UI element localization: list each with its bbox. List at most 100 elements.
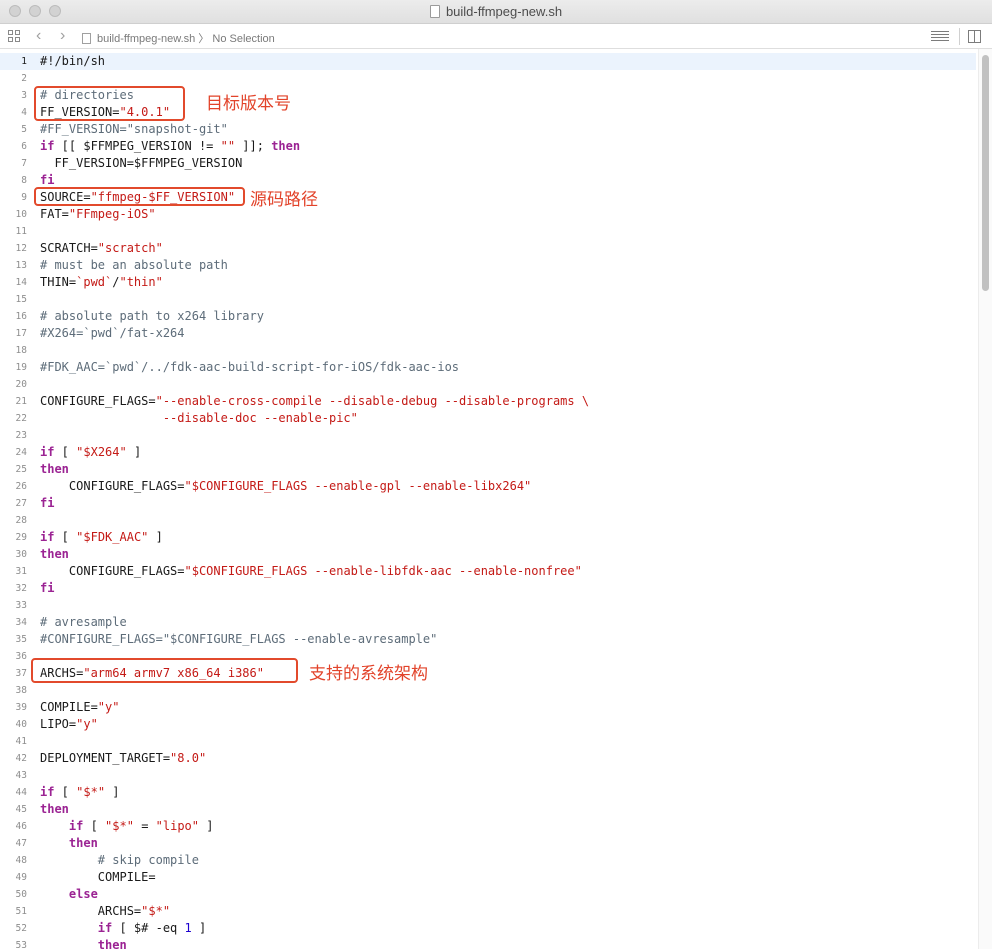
code-token: = [133,819,156,833]
line-number: 28 [15,515,27,526]
code-line[interactable]: 40 LIPO="y" [0,716,976,733]
code-editor[interactable]: 1 #!/bin/sh 2 3 # directories 4 FF_VERSION="4.… [0,49,992,949]
code-line[interactable]: 46 if [ "$*" = "lipo" ] [0,818,976,835]
code-line[interactable]: 29 if [ "$FDK_AAC" ] [0,529,976,546]
code-line[interactable]: 24 if [ "$X264" ] [0,444,976,461]
code-line[interactable]: 48 # skip compile [0,852,976,869]
window-titlebar: build-ffmpeg-new.sh [0,0,992,24]
code-line[interactable]: 35 #CONFIGURE_FLAGS="$CONFIGURE_FLAGS --e… [0,631,976,648]
line-number: 8 [21,175,27,186]
code-line[interactable]: 28 [0,512,976,529]
line-number: 24 [15,447,27,458]
code-line[interactable]: 1 #!/bin/sh [0,53,976,70]
code-token: then [97,938,127,949]
code-line[interactable]: 10 FAT="FFmpeg-iOS" [0,206,976,223]
code-line[interactable]: 20 [0,376,976,393]
line-text: then [40,937,127,949]
editor-options-icon[interactable] [931,31,949,42]
line-number: 3 [21,90,27,101]
line-number: 44 [15,787,27,798]
code-token: # skip compile [97,853,199,867]
code-line[interactable]: 13 # must be an absolute path [0,257,976,274]
vertical-scrollbar[interactable] [978,49,992,949]
code-line[interactable]: 43 [0,767,976,784]
line-text: # avresample [40,614,127,631]
line-number: 48 [15,855,27,866]
code-line[interactable]: 11 [0,223,976,240]
line-number: 32 [15,583,27,594]
code-line[interactable]: 12 SCRATCH="scratch" [0,240,976,257]
version-annotation: 目标版本号 [206,94,291,114]
line-number: 41 [15,736,27,747]
breadcrumb-selection[interactable]: No Selection [212,33,274,45]
code-line[interactable]: 21 CONFIGURE_FLAGS="--enable-cross-compil… [0,393,976,410]
code-line[interactable]: 7 FF_VERSION=$FFMPEG_VERSION [0,155,976,172]
related-items-grid-icon[interactable] [8,30,21,43]
code-line[interactable]: 49 COMPILE= [0,869,976,886]
breadcrumb: build-ffmpeg-new.sh 〉 No Selection [82,30,275,46]
code-line[interactable]: 32 fi [0,580,976,597]
line-text: fi [40,495,54,512]
line-number: 16 [15,311,27,322]
breadcrumb-file[interactable]: build-ffmpeg-new.sh [97,33,195,45]
code-line[interactable]: 31 CONFIGURE_FLAGS="$CONFIGURE_FLAGS --e… [0,563,976,580]
line-number: 52 [15,923,27,934]
code-line[interactable]: 27 fi [0,495,976,512]
line-text: FAT="FFmpeg-iOS" [40,206,156,223]
code-line[interactable]: 22 --disable-doc --enable-pic" [0,410,976,427]
line-text: COMPILE= [40,869,156,886]
code-line[interactable]: 33 [0,597,976,614]
code-line[interactable]: 6 if [[ $FFMPEG_VERSION != "" ]]; then [0,138,976,155]
code-line[interactable]: 41 [0,733,976,750]
code-line[interactable]: 47 then [0,835,976,852]
split-editor-icon[interactable] [968,30,981,43]
code-line[interactable]: 16 # absolute path to x264 library [0,308,976,325]
code-token: #!/bin/sh [40,54,106,68]
code-token: "$ [141,904,156,918]
code-token: #CONFIGURE_FLAGS="$CONFIGURE_FLAGS --ena… [40,632,438,646]
line-text: if [ $# -eq 1 ] [40,920,206,937]
forward-arrow-icon[interactable]: › [60,27,65,45]
line-number: 43 [15,770,27,781]
code-token: "y" [76,717,98,731]
code-line[interactable]: 44 if [ "$*" ] [0,784,976,801]
code-line[interactable]: 5 #FF_VERSION="snapshot-git" [0,121,976,138]
code-token: ] [199,819,214,833]
code-line[interactable]: 25 then [0,461,976,478]
code-line[interactable]: 26 CONFIGURE_FLAGS="$CONFIGURE_FLAGS --e… [0,478,976,495]
code-token: #FDK_AAC=`pwd`/../fdk-aac-build-script-f… [40,360,460,374]
code-line[interactable]: 30 then [0,546,976,563]
code-token: "8.0" [170,751,207,765]
code-line[interactable]: 52 if [ $# -eq 1 ] [0,920,976,937]
code-line[interactable]: 18 [0,342,976,359]
code-line[interactable]: 17 #X264=`pwd`/fat-x264 [0,325,976,342]
code-token: [[ $FFMPEG_VERSION != [54,139,221,153]
code-line[interactable]: 38 [0,682,976,699]
code-line[interactable]: 34 # avresample [0,614,976,631]
code-line[interactable]: 2 [0,70,976,87]
line-number: 5 [21,124,27,135]
code-line[interactable]: 51 ARCHS="$*" [0,903,976,920]
scrollbar-thumb[interactable] [982,55,989,291]
line-text: if [[ $FFMPEG_VERSION != "" ]]; then [40,138,300,155]
back-arrow-icon[interactable]: ‹ [36,27,41,45]
code-token: LIPO= [40,717,77,731]
code-line[interactable]: 50 else [0,886,976,903]
line-number: 35 [15,634,27,645]
line-text: if [ "$FDK_AAC" ] [40,529,163,546]
code-token: ARCHS= [40,904,142,918]
code-token: "$CONFIGURE_FLAGS --enable-gpl --enable-… [184,479,532,493]
code-line[interactable]: 42 DEPLOYMENT_TARGET="8.0" [0,750,976,767]
code-line[interactable]: 14 THIN=`pwd`/"thin" [0,274,976,291]
code-token: SCRATCH= [40,241,98,255]
code-token: `pwd` [76,275,113,289]
code-line[interactable]: 23 [0,427,976,444]
code-line[interactable]: 19 #FDK_AAC=`pwd`/../fdk-aac-build-script… [0,359,976,376]
code-line[interactable]: 15 [0,291,976,308]
code-line[interactable]: 53 then [0,937,976,949]
code-line[interactable]: 45 then [0,801,976,818]
code-line[interactable]: 39 COMPILE="y" [0,699,976,716]
code-token: "thin" [119,275,163,289]
source-highlight-box [34,187,245,206]
